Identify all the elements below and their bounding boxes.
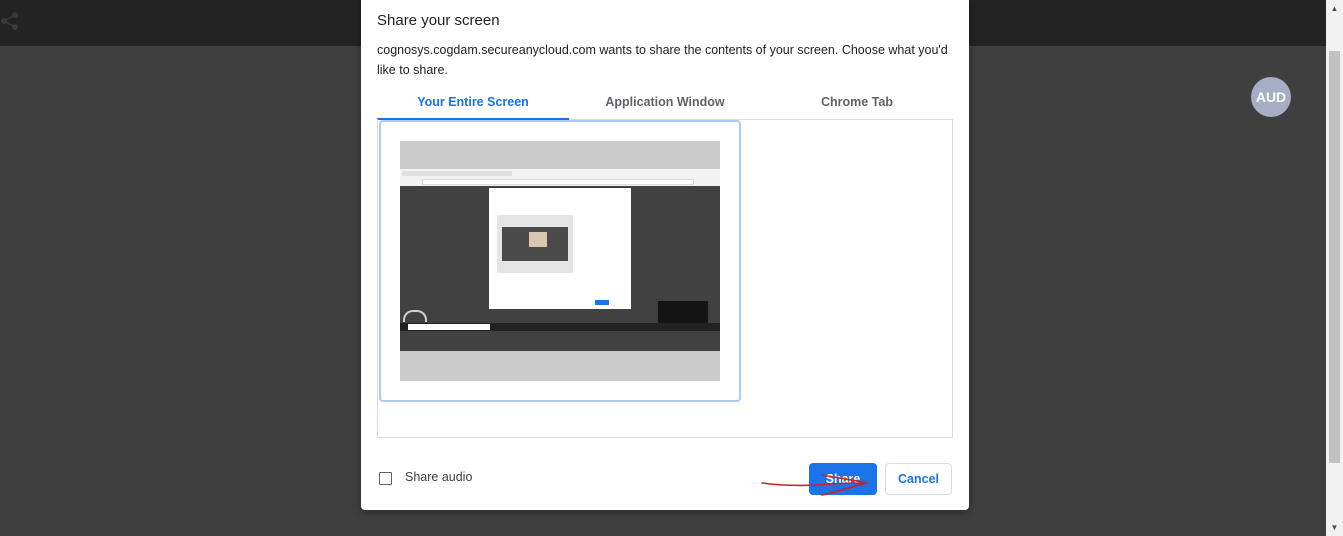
dialog-description: cognosys.cogdam.secureanycloud.com wants…: [377, 43, 948, 77]
scroll-thumb[interactable]: [1329, 51, 1340, 463]
dialog-title: Share your screen: [377, 12, 500, 29]
tab-entire-screen[interactable]: Your Entire Screen: [377, 91, 569, 120]
tab-application-window[interactable]: Application Window: [569, 91, 761, 119]
share-source-tabs: Your Entire Screen Application Window Ch…: [377, 91, 953, 120]
screen-preview: [400, 141, 720, 381]
scroll-up-arrow-icon[interactable]: ▲: [1326, 0, 1343, 17]
avatar[interactable]: AUD: [1251, 77, 1291, 117]
share-audio-checkbox[interactable]: [379, 472, 392, 485]
cancel-button[interactable]: Cancel: [885, 463, 952, 495]
scroll-down-arrow-icon[interactable]: ▼: [1326, 519, 1343, 536]
hand-drawn-arrow-icon: [761, 474, 870, 496]
share-nodes-icon[interactable]: [0, 10, 20, 32]
screen-option-card[interactable]: [379, 120, 741, 402]
page-scrollbar[interactable]: ▲ ▼: [1326, 0, 1343, 536]
screen-preview-image: [400, 169, 720, 351]
share-audio-label: Share audio: [405, 470, 473, 484]
tab-chrome-tab[interactable]: Chrome Tab: [761, 91, 953, 119]
source-list: [377, 119, 953, 438]
share-screen-dialog: Share your screen cognosys.cogdam.secure…: [361, 0, 969, 510]
